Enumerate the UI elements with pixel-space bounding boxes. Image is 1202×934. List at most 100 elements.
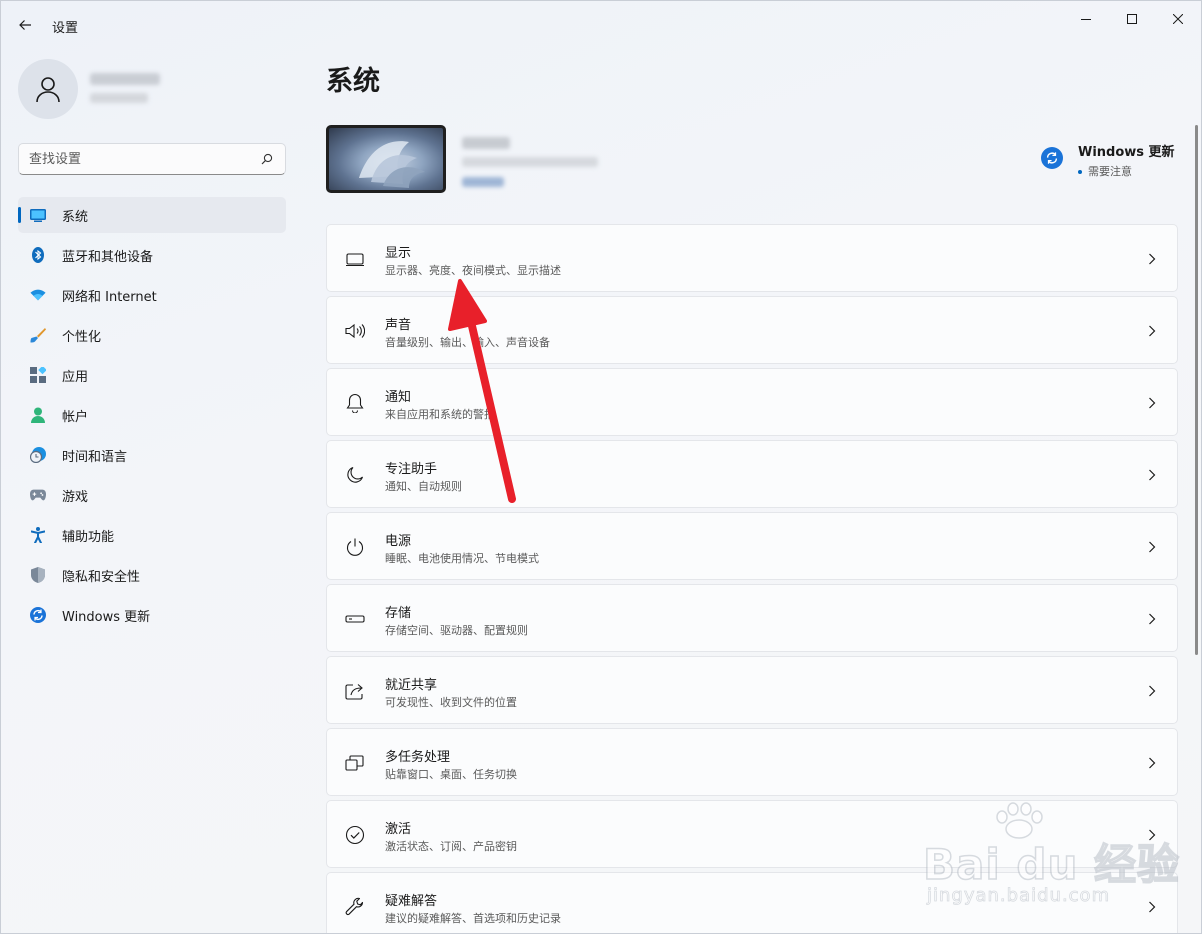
apps-icon bbox=[30, 367, 46, 383]
storage-icon bbox=[345, 609, 365, 629]
main-scrollbar[interactable] bbox=[1195, 125, 1198, 655]
card-description: 显示器、亮度、夜间模式、显示描述 bbox=[385, 264, 561, 277]
chevron-right-icon bbox=[1145, 755, 1159, 771]
settings-list: 显示 显示器、亮度、夜间模式、显示描述 声音 音量级别、输出、输入、声音设备 通… bbox=[326, 224, 1178, 933]
profile-account-type-blurred bbox=[90, 93, 148, 103]
sidebar-item-label: 游戏 bbox=[62, 489, 89, 505]
close-button[interactable] bbox=[1155, 1, 1201, 37]
sidebar-item-network[interactable]: 网络和 Internet bbox=[18, 277, 286, 313]
chevron-right-icon bbox=[1145, 251, 1159, 267]
sidebar-item-label: 个性化 bbox=[62, 329, 102, 345]
sidebar-item-label: 系统 bbox=[62, 209, 89, 225]
device-name-blurred bbox=[462, 137, 510, 149]
sidebar-item-label: 网络和 Internet bbox=[62, 289, 157, 305]
maximize-button[interactable] bbox=[1109, 1, 1155, 37]
multitask-icon bbox=[345, 753, 365, 773]
sidebar-item-label: 应用 bbox=[62, 369, 89, 385]
chevron-right-icon bbox=[1145, 683, 1159, 699]
minimize-icon bbox=[1081, 19, 1091, 20]
card-notifications[interactable]: 通知 来自应用和系统的警报 bbox=[326, 368, 1178, 436]
gamepad-icon bbox=[30, 487, 46, 503]
account-icon bbox=[30, 407, 46, 423]
sidebar-item-gaming[interactable]: 游戏 bbox=[18, 477, 286, 513]
minimize-button[interactable] bbox=[1063, 1, 1109, 37]
chevron-right-icon bbox=[1145, 827, 1159, 843]
sidebar-nav: 系统 蓝牙和其他设备 网络和 Internet 个性化 应用 帐户 时间和语言 bbox=[18, 197, 286, 637]
card-title: 显示 bbox=[385, 246, 412, 261]
sidebar-item-accounts[interactable]: 帐户 bbox=[18, 397, 286, 433]
close-icon bbox=[1173, 14, 1183, 24]
avatar bbox=[18, 59, 78, 119]
card-power[interactable]: 电源 睡眠、电池使用情况、节电模式 bbox=[326, 512, 1178, 580]
card-multitasking[interactable]: 多任务处理 贴靠窗口、桌面、任务切换 bbox=[326, 728, 1178, 796]
sidebar-item-label: 蓝牙和其他设备 bbox=[62, 249, 154, 265]
sidebar-item-time-language[interactable]: 时间和语言 bbox=[18, 437, 286, 473]
sidebar-item-privacy[interactable]: 隐私和安全性 bbox=[18, 557, 286, 593]
monitor-icon bbox=[30, 207, 46, 223]
person-icon bbox=[36, 77, 60, 103]
card-title: 通知 bbox=[385, 390, 412, 405]
card-display[interactable]: 显示 显示器、亮度、夜间模式、显示描述 bbox=[326, 224, 1178, 292]
card-description: 存储空间、驱动器、配置规则 bbox=[385, 624, 528, 637]
card-description: 贴靠窗口、桌面、任务切换 bbox=[385, 768, 517, 781]
chevron-right-icon bbox=[1145, 323, 1159, 339]
search-icon[interactable] bbox=[259, 151, 275, 167]
wallpaper-bloom-image bbox=[359, 141, 425, 188]
maximize-icon bbox=[1127, 14, 1137, 24]
card-focus-assist[interactable]: 专注助手 通知、自动规则 bbox=[326, 440, 1178, 508]
share-icon bbox=[345, 681, 365, 701]
accessibility-icon bbox=[30, 527, 46, 543]
check-circle-icon bbox=[345, 825, 365, 845]
search-input[interactable] bbox=[29, 151, 259, 167]
bell-icon bbox=[345, 393, 365, 413]
card-title: 激活 bbox=[385, 822, 412, 837]
back-button[interactable] bbox=[9, 9, 41, 41]
sidebar-item-personalization[interactable]: 个性化 bbox=[18, 317, 286, 353]
card-title: 电源 bbox=[385, 534, 412, 549]
sidebar-item-apps[interactable]: 应用 bbox=[18, 357, 286, 393]
sidebar-item-bluetooth[interactable]: 蓝牙和其他设备 bbox=[18, 237, 286, 273]
wifi-icon bbox=[30, 287, 46, 303]
chevron-right-icon bbox=[1145, 539, 1159, 555]
card-title: 疑难解答 bbox=[385, 894, 438, 909]
chevron-right-icon bbox=[1145, 467, 1159, 483]
wrench-icon bbox=[345, 897, 365, 917]
chevron-right-icon bbox=[1145, 899, 1159, 915]
card-title: 声音 bbox=[385, 318, 412, 333]
update-status-text: 需要注意 bbox=[1088, 165, 1132, 178]
sidebar-item-accessibility[interactable]: 辅助功能 bbox=[18, 517, 286, 553]
card-sound[interactable]: 声音 音量级别、输出、输入、声音设备 bbox=[326, 296, 1178, 364]
desktop-wallpaper-thumbnail[interactable] bbox=[326, 125, 446, 193]
moon-icon bbox=[345, 465, 365, 485]
card-description: 可发现性、收到文件的位置 bbox=[385, 696, 517, 709]
windows-update-status[interactable]: Windows 更新 需要注意 bbox=[1041, 139, 1191, 183]
clock-globe-icon bbox=[30, 447, 46, 463]
page-title: 系统 bbox=[326, 66, 380, 97]
card-description: 通知、自动规则 bbox=[385, 480, 462, 493]
profile-name-blurred bbox=[90, 73, 160, 85]
status-dot-icon bbox=[1078, 170, 1082, 174]
display-icon bbox=[345, 249, 365, 269]
card-nearby-sharing[interactable]: 就近共享 可发现性、收到文件的位置 bbox=[326, 656, 1178, 724]
card-troubleshoot[interactable]: 疑难解答 建议的疑难解答、首选项和历史记录 bbox=[326, 872, 1178, 933]
card-storage[interactable]: 存储 存储空间、驱动器、配置规则 bbox=[326, 584, 1178, 652]
rename-link-blurred[interactable] bbox=[462, 177, 504, 187]
sidebar-item-label: 隐私和安全性 bbox=[62, 569, 141, 585]
sidebar-item-label: 时间和语言 bbox=[62, 449, 128, 465]
settings-window: 设置 系统 蓝牙和其他设备 bbox=[0, 0, 1202, 934]
search-box[interactable] bbox=[18, 143, 286, 175]
card-description: 激活状态、订阅、产品密钥 bbox=[385, 840, 517, 853]
card-title: 专注助手 bbox=[385, 462, 438, 477]
back-arrow-icon bbox=[19, 20, 31, 30]
speaker-icon bbox=[345, 321, 365, 341]
shield-icon bbox=[30, 567, 46, 583]
power-icon bbox=[345, 537, 365, 557]
window-title: 设置 bbox=[52, 21, 79, 36]
card-title: 就近共享 bbox=[385, 678, 438, 693]
card-activation[interactable]: 激活 激活状态、订阅、产品密钥 bbox=[326, 800, 1178, 868]
user-profile[interactable] bbox=[18, 59, 288, 119]
sidebar-item-system[interactable]: 系统 bbox=[18, 197, 286, 233]
card-description: 睡眠、电池使用情况、节电模式 bbox=[385, 552, 539, 565]
update-status: 需要注意 bbox=[1078, 163, 1132, 179]
sidebar-item-windows-update[interactable]: Windows 更新 bbox=[18, 597, 286, 633]
